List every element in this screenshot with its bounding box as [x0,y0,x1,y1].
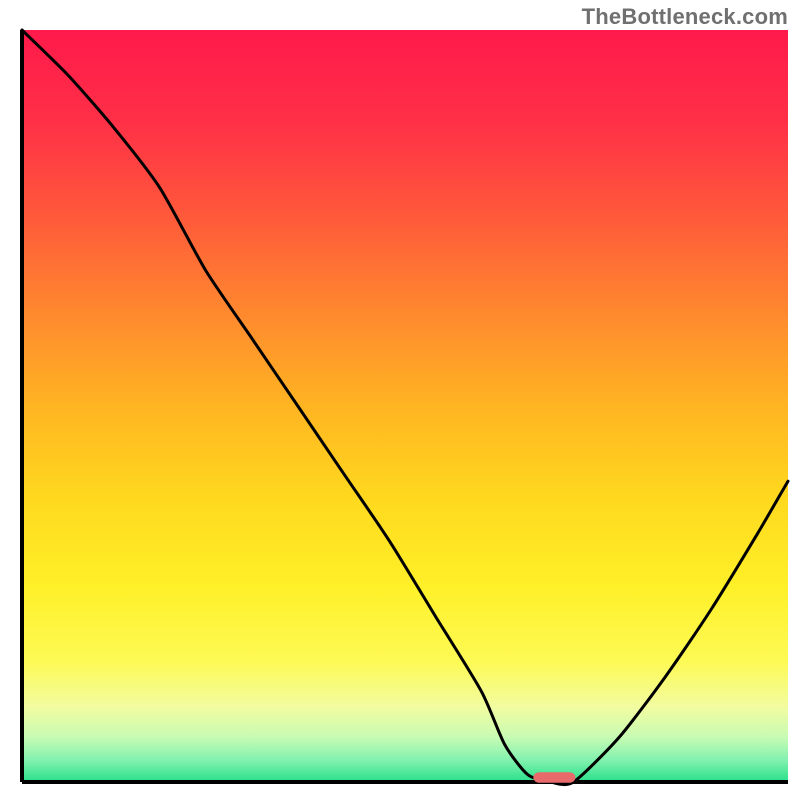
optimal-marker [533,772,575,783]
plot-background [22,30,788,782]
bottleneck-chart [0,0,800,800]
chart-container: TheBottleneck.com [0,0,800,800]
